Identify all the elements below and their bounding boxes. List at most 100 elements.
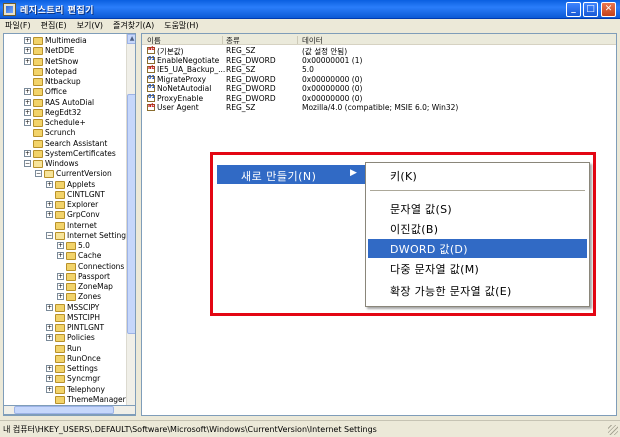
cell-name: NoNetAutodial (157, 84, 212, 93)
close-button[interactable]: ✕ (601, 2, 616, 17)
expand-icon[interactable]: + (46, 180, 53, 188)
tree-hscroll-thumb[interactable] (14, 406, 114, 414)
column-divider[interactable] (222, 36, 223, 44)
expand-icon[interactable]: + (57, 272, 64, 280)
open-folder-icon (44, 170, 54, 179)
column-divider[interactable] (297, 36, 298, 44)
tree-node-label: CINTLGNT (67, 189, 105, 199)
scroll-up-arrow-icon[interactable]: ▲ (127, 34, 135, 44)
column-data[interactable]: 데이터 (302, 35, 323, 46)
table-row[interactable]: EnableNegotiate REG_DWORD 0x00000001 (1) (142, 56, 616, 65)
menu-divider (370, 190, 585, 191)
tree-node-label: Applets (67, 179, 96, 189)
folder-icon (33, 129, 43, 138)
expand-icon[interactable]: + (46, 303, 53, 311)
binary-value-icon (147, 84, 155, 92)
expand-icon[interactable]: + (24, 108, 31, 116)
expand-icon[interactable]: + (24, 57, 31, 65)
tree-node-label: Office (45, 87, 67, 97)
regedit-app-icon[interactable] (3, 3, 16, 16)
folder-icon (66, 262, 76, 271)
cell-type: REG_DWORD (226, 74, 276, 84)
folder-icon (55, 180, 65, 189)
tree-node-label: 5.0 (78, 241, 90, 250)
resize-grip-icon[interactable] (608, 425, 618, 435)
table-row[interactable]: ProxyEnable REG_DWORD 0x00000000 (0) (142, 94, 616, 103)
collapse-icon[interactable]: − (24, 160, 31, 167)
context-menu-new[interactable]: 새로 만들기(N) ▶ (217, 165, 365, 184)
registry-key-tree[interactable]: + Multimedia + NetDDE + NetShow Notepad Ntbacku… (3, 33, 136, 416)
expand-icon[interactable]: + (46, 324, 53, 331)
submenu-item-expandable-string-value[interactable]: 확장 가능한 문자열 값(E) (368, 281, 587, 300)
expand-icon[interactable]: + (57, 283, 64, 290)
table-row[interactable]: IE5_UA_Backup_...REG_SZ 5.0 (142, 65, 616, 74)
tree-horizontal-scrollbar[interactable] (3, 405, 136, 415)
table-row[interactable]: User Agent REG_SZ Mozilla/4.0 (compatible;… (142, 103, 616, 112)
folder-icon (66, 252, 76, 261)
tree-node-label: CurrentVersion (56, 169, 112, 179)
folder-icon (66, 242, 76, 250)
maximize-button[interactable]: □ (583, 2, 598, 17)
folder-icon (33, 98, 43, 107)
expand-icon[interactable]: + (57, 242, 64, 249)
collapse-icon[interactable]: − (35, 170, 42, 178)
submenu-item-label: DWORD 값(D) (390, 243, 468, 256)
tree-node-label: PINTLGNT (67, 323, 105, 332)
tree-node-label: Ntbackup (45, 77, 81, 86)
tree-scroll-thumb[interactable] (127, 94, 135, 334)
expand-icon[interactable]: + (57, 252, 64, 260)
cell-type: REG_DWORD (226, 55, 276, 65)
menu-edit[interactable]: 편집(E) (36, 19, 72, 32)
submenu-item-key[interactable]: 키(K) (368, 166, 587, 185)
expand-icon[interactable]: + (46, 334, 53, 342)
tree-node-label: Settings (67, 364, 98, 373)
menu-favorites[interactable]: 즐겨찾기(A) (108, 19, 159, 32)
expand-icon[interactable]: + (46, 201, 53, 208)
expand-icon[interactable]: + (46, 365, 53, 372)
column-type[interactable]: 종류 (226, 35, 240, 46)
list-header: 이름 종류 데이터 (142, 34, 616, 45)
collapse-icon[interactable]: − (46, 231, 53, 239)
expand-icon[interactable]: + (24, 47, 31, 55)
column-name[interactable]: 이름 (147, 35, 161, 46)
menu-view[interactable]: 보기(V) (72, 19, 108, 32)
cell-name: User Agent (157, 103, 199, 112)
folder-icon (55, 344, 65, 353)
cell-data: Mozilla/4.0 (compatible; MSIE 6.0; Win32… (302, 103, 459, 112)
menu-file[interactable]: 파일(F) (0, 19, 36, 32)
tree-node-label: Syncmgr (67, 374, 101, 384)
minimize-button[interactable]: _ (566, 2, 581, 17)
submenu-item-multi-string-value[interactable]: 다중 문자열 값(M) (368, 259, 587, 278)
string-value-icon (147, 65, 155, 73)
menu-help[interactable]: 도움말(H) (159, 19, 203, 32)
expand-icon[interactable]: + (46, 211, 53, 219)
folder-icon (33, 139, 43, 148)
expand-icon[interactable]: + (24, 149, 31, 157)
context-menu-new-label: 새로 만들기(N) (241, 170, 317, 183)
table-row[interactable]: NoNetAutodial REG_DWORD 0x00000000 (0) (142, 84, 616, 93)
folder-icon (55, 334, 65, 343)
expand-icon[interactable]: + (24, 37, 31, 44)
expand-icon[interactable]: + (46, 385, 53, 393)
submenu-item-string-value[interactable]: 문자열 값(S) (368, 199, 587, 218)
table-row[interactable]: (기본값)REG_SZ(값 설정 안됨) (142, 46, 616, 56)
cell-data: 0x00000001 (1) (302, 55, 363, 65)
tree-node-label: Windows (45, 159, 79, 168)
table-row[interactable]: MigrateProxy REG_DWORD 0x00000000 (0) (142, 75, 616, 84)
tree-node-label: NetShow (45, 56, 79, 66)
expand-icon[interactable]: + (24, 88, 31, 96)
expand-icon[interactable]: + (57, 293, 64, 301)
title-bar[interactable]: 레지스트리 편집기 _ □ ✕ (0, 0, 620, 19)
submenu-item-binary-value[interactable]: 이진값(B) (368, 219, 587, 238)
tree-node-label: SystemCertificates (45, 148, 116, 158)
open-folder-icon (55, 231, 65, 240)
folder-icon (66, 293, 76, 302)
expand-icon[interactable]: + (46, 375, 53, 383)
expand-icon[interactable]: + (24, 119, 31, 126)
expand-icon[interactable]: + (24, 98, 31, 106)
tree-node-label: Search Assistant (45, 138, 108, 148)
tree-node-label: Internet Settings (67, 230, 126, 240)
tree-node-label: Notepad (45, 66, 77, 76)
tree-vertical-scrollbar[interactable]: ▲ (126, 34, 135, 415)
submenu-item-dword-value[interactable]: DWORD 값(D) (368, 239, 587, 258)
